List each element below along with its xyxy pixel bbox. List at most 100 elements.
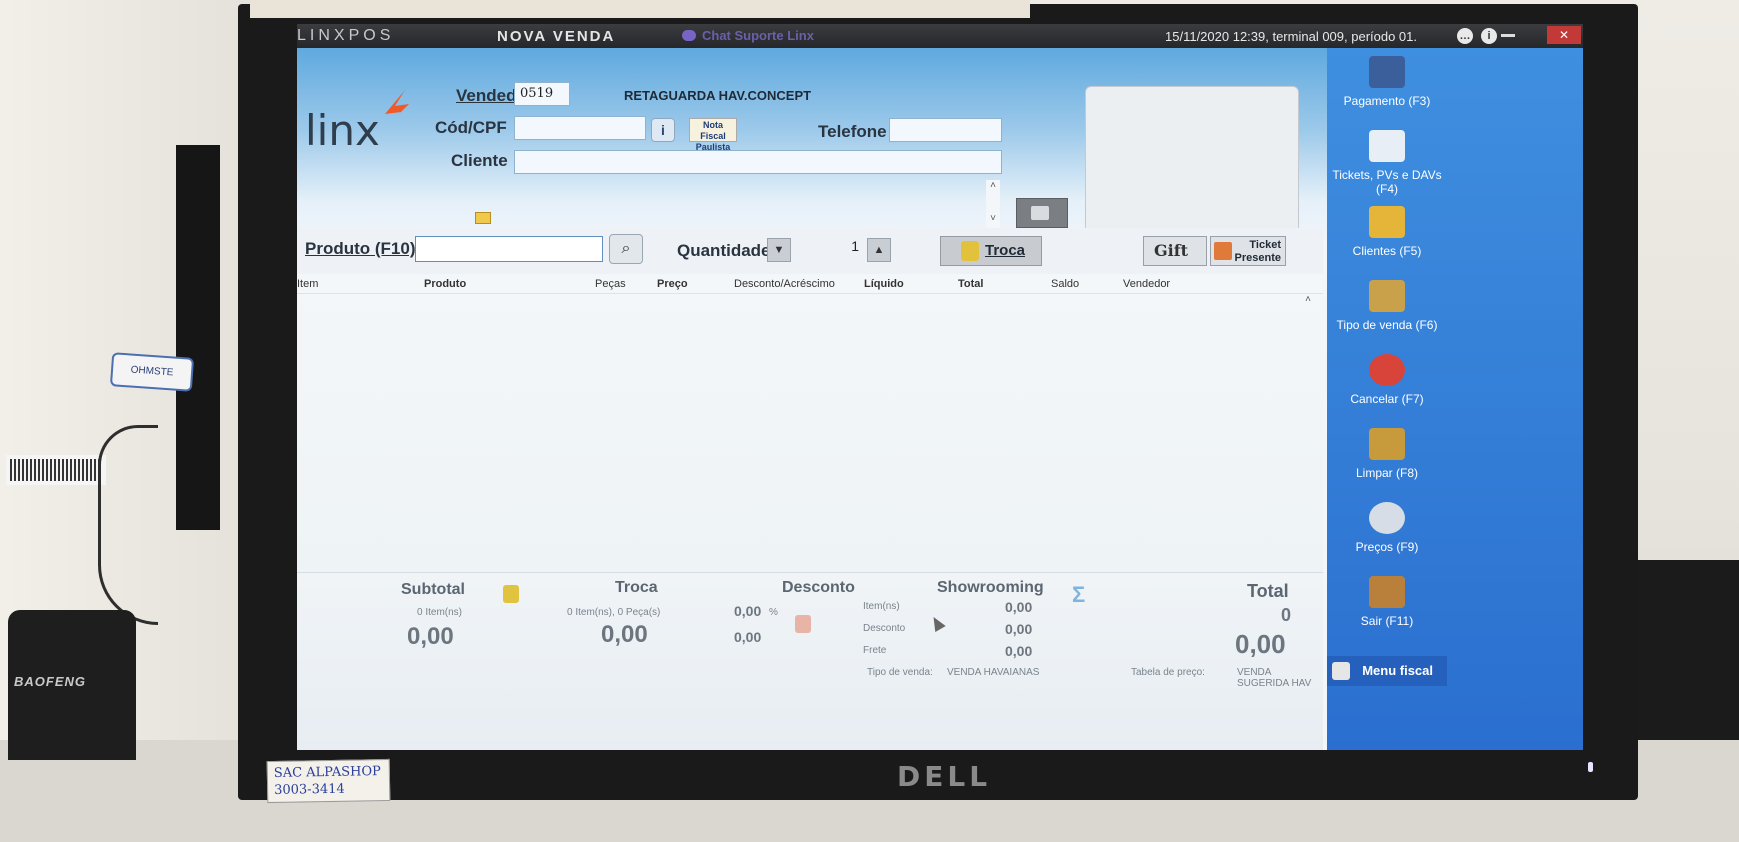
column-vendedor[interactable]: Vendedor (1123, 278, 1170, 290)
produto-input[interactable] (415, 236, 603, 262)
info-icon[interactable]: i (1481, 28, 1497, 44)
quantity-increase-button[interactable]: ▲ (867, 238, 891, 262)
sidebar-item-cancelar[interactable]: Cancelar (F7) (1327, 354, 1447, 406)
items-grid[interactable]: Item Produto Peças Preço Desconto/Acrésc… (297, 274, 1323, 574)
show-items-label: Item(ns) (863, 601, 900, 612)
sidebar-item-sair[interactable]: Sair (F11) (1327, 576, 1447, 628)
sidebar-item-label: Tickets, PVs e DAVs (F4) (1332, 168, 1442, 196)
discount-icon[interactable] (795, 615, 811, 633)
close-button[interactable]: ✕ (1547, 26, 1581, 44)
show-desconto-value: 0,00 (1005, 621, 1033, 637)
column-pecas[interactable]: Peças (595, 278, 626, 290)
radio-brand: BAOFENG (14, 674, 86, 689)
quantity-decrease-button[interactable]: ▼ (767, 238, 791, 262)
search-icon[interactable]: ⌕ (609, 234, 643, 264)
telefone-field[interactable] (889, 118, 1002, 142)
desconto-title: Desconto (782, 579, 855, 596)
sidebar-item-label: Tipo de venda (F6) (1336, 318, 1438, 332)
app-brand: LINXPOS (297, 27, 395, 44)
show-frete-value: 0,00 (1005, 643, 1033, 659)
power-led (1588, 762, 1593, 772)
quantidade-label: Quantidade (677, 241, 771, 260)
subtotal-value: 0,00 (407, 623, 454, 650)
total-count: 0 (1281, 605, 1292, 625)
chat-support-link[interactable]: Chat Suporte Linx (682, 28, 814, 43)
gift-card-button[interactable]: Gift (1143, 236, 1207, 266)
clients-icon (1369, 206, 1405, 238)
chat-bubble-icon[interactable]: … (1457, 28, 1473, 44)
column-liquido[interactable]: Líquido (864, 278, 904, 290)
title-bar: LINXPOS NOVA VENDA Chat Suporte Linx 15/… (297, 24, 1583, 48)
tipo-venda-label: Tipo de venda: (867, 667, 933, 678)
sidebar-item-clientes[interactable]: Clientes (F5) (1327, 206, 1447, 258)
info-button[interactable]: i (651, 118, 675, 142)
mail-icon[interactable] (475, 212, 491, 224)
cpf-field[interactable] (514, 116, 646, 140)
monitor-brand: DELL (897, 760, 992, 793)
tipo-venda-value: VENDA HAVAIANAS (947, 667, 1040, 678)
company-name: RETAGUARDA HAV.CONCEPT (624, 88, 812, 103)
pos-screen: LINXPOS NOVA VENDA Chat Suporte Linx 15/… (297, 24, 1583, 750)
function-sidebar: Pagamento (F3) Tickets, PVs e DAVs (F4) … (1327, 48, 1583, 750)
sidebar-item-tipo-venda[interactable]: Tipo de venda (F6) (1327, 280, 1447, 332)
photo-scene: OHMSTE BAOFENG DELL SAC ALPASHOP 3003-34… (0, 0, 1739, 842)
sale-type-icon (1369, 280, 1405, 312)
chat-support-label: Chat Suporte Linx (702, 28, 814, 43)
show-desconto-label: Desconto (863, 623, 906, 634)
total-title: Total (1247, 581, 1289, 601)
status-text: 15/11/2020 12:39, terminal 009, período … (1165, 29, 1418, 44)
chat-icon (682, 30, 696, 41)
showrooming-title: Showrooming (937, 579, 1044, 596)
quantity-field[interactable]: 1 (793, 238, 863, 262)
grid-scrollbar[interactable]: ˄ (1301, 294, 1315, 574)
desconto-value: 0,00 (734, 629, 762, 645)
totals-panel: Subtotal 0 Item(ns) 0,00 Troca 0 Item(ns… (297, 572, 1323, 750)
support-sticker: SAC ALPASHOP 3003-3414 (266, 758, 391, 804)
subtotal-title: Subtotal (401, 581, 465, 598)
exchange-icon-small (503, 585, 519, 603)
sidebar-item-label: Preços (F9) (1355, 540, 1419, 554)
prices-icon (1369, 502, 1405, 534)
sum-icon: Σ (1072, 582, 1086, 607)
sidebar-item-tickets[interactable]: Tickets, PVs e DAVs (F4) (1327, 130, 1447, 196)
sidebar-item-precos[interactable]: Preços (F9) (1327, 502, 1447, 554)
minimize-button[interactable] (1501, 34, 1515, 37)
column-total[interactable]: Total (958, 278, 983, 290)
grid-header: Item Produto Peças Preço Desconto/Acrésc… (297, 274, 1323, 294)
column-produto[interactable]: Produto (424, 278, 466, 290)
usb-drive: OHMSTE (109, 352, 195, 392)
window-title: NOVA VENDA (497, 28, 616, 45)
column-preco[interactable]: Preço (657, 278, 688, 290)
exit-icon (1369, 576, 1405, 608)
cpf-label: Cód/CPF (435, 118, 507, 137)
sidebar-item-label: Cancelar (F7) (1350, 392, 1424, 406)
sidebar-item-pagamento[interactable]: Pagamento (F3) (1327, 56, 1447, 108)
sidebar-item-label: Limpar (F8) (1355, 466, 1418, 480)
cliente-field[interactable] (514, 150, 1002, 174)
show-frete-label: Frete (863, 645, 887, 656)
nota-fiscal-paulista-button[interactable]: Nota Fiscal Paulista (689, 118, 737, 152)
column-desconto[interactable]: Desconto/Acréscimo (734, 278, 835, 290)
cliente-label: Cliente (451, 151, 508, 170)
sidebar-item-label: Sair (F11) (1360, 614, 1414, 628)
bezel-paper-label (250, 0, 1030, 18)
customer-photo-panel (1085, 86, 1299, 240)
troca-value: 0,00 (601, 621, 648, 648)
show-items-value: 0,00 (1005, 599, 1033, 615)
troca-button[interactable]: Troca (940, 236, 1042, 266)
troca-items: 0 Item(ns), 0 Peça(s) (567, 607, 661, 618)
menu-fiscal-icon (1332, 662, 1350, 680)
barcode-label (6, 455, 106, 485)
tickets-icon (1369, 130, 1405, 162)
subtotal-items: 0 Item(ns) (417, 607, 463, 618)
column-item[interactable]: Item (297, 278, 318, 290)
customer-header: linx Vendedor 0519 RETAGUARDA HAV.CONCEP… (297, 48, 1465, 252)
add-tag-button[interactable] (1016, 198, 1068, 228)
payment-icon (1369, 56, 1405, 88)
column-saldo[interactable]: Saldo (1051, 278, 1079, 290)
sidebar-item-limpar[interactable]: Limpar (F8) (1327, 428, 1447, 480)
desconto-percent: 0,00 (734, 603, 762, 619)
vendedor-field[interactable]: 0519 (514, 82, 570, 106)
desconto-percent-sign: % (769, 607, 778, 618)
sticker-line-1: SAC ALPASHOP (273, 764, 381, 781)
